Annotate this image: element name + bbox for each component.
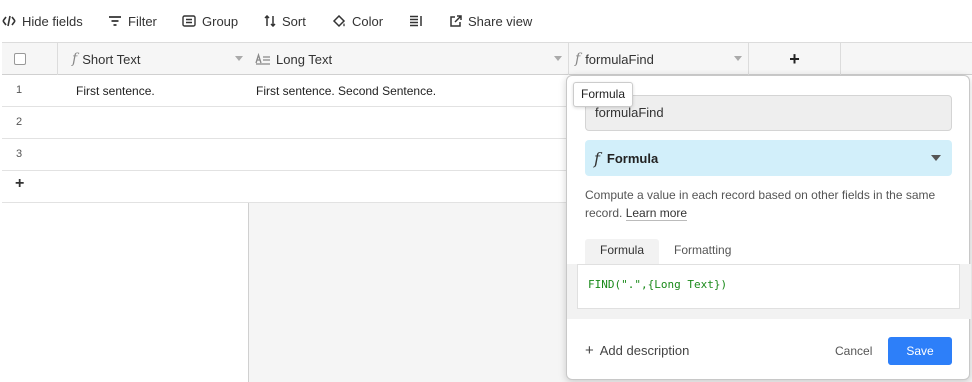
row-number: 2 [16,116,23,128]
long-text-icon [255,53,270,65]
table-row[interactable]: 1 First sentence. [2,75,249,107]
header-row-left: f Short Text [2,42,249,75]
add-field-button[interactable]: + [749,43,841,75]
formula-tabs: Formula Formatting [585,239,746,264]
row-height-button[interactable] [409,8,429,34]
share-view-label: Share view [468,13,533,29]
hide-fields-button[interactable]: Hide fields [2,8,83,34]
row-number: 1 [16,84,23,96]
column-label: Long Text [276,51,333,67]
formula-icon: f [72,51,78,67]
formula-editor[interactable]: FIND(".",{Long Text}) [577,264,960,309]
group-icon [182,15,196,27]
field-type-tooltip: Formula [573,82,634,107]
sort-icon [264,15,276,27]
add-row-area[interactable] [249,171,569,203]
hide-fields-label: Hide fields [22,13,83,29]
learn-more-link[interactable]: Learn more [625,206,688,221]
column-header-formula-find[interactable]: f formulaFind [569,43,749,75]
sort-button[interactable]: Sort [264,8,306,34]
table-row[interactable] [249,139,569,171]
header-row-right: Long Text f formulaFind + [249,42,972,75]
color-label: Color [352,13,384,29]
chevron-down-icon [931,155,941,161]
group-label: Group [202,13,239,29]
row-number: 3 [16,148,23,160]
select-all-cell [2,43,58,75]
add-row-label: + [15,175,25,192]
filter-label: Filter [128,13,157,29]
filter-button[interactable]: Filter [108,8,157,34]
table-row[interactable]: 3 [2,139,249,171]
column-header-short-text[interactable]: f Short Text [66,43,249,75]
tab-formula[interactable]: Formula [585,239,660,264]
table-row[interactable]: First sentence. Second Sentence. [249,75,569,107]
field-type-label: Formula [606,150,659,166]
share-view-button[interactable]: Share view [449,8,532,34]
table-row[interactable] [249,107,569,139]
field-name-input[interactable]: formulaFind [585,95,952,131]
sort-label: Sort [282,13,306,29]
field-config-popover: formulaFind f Formula Compute a value in… [566,75,971,380]
formula-editor-wrap: FIND(".",{Long Text}) [567,264,971,319]
row-height-icon [410,15,422,27]
formula-code: FIND(".",{Long Text}) [588,278,728,291]
color-button[interactable]: Color [332,8,383,34]
chevron-down-icon[interactable] [734,56,742,61]
column-label: formulaFind [585,51,654,67]
save-button[interactable]: Save [888,337,952,365]
paint-bucket-icon [332,14,346,27]
share-icon [450,14,462,27]
group-button[interactable]: Group [182,8,238,34]
add-row-button[interactable]: + [2,171,249,203]
formula-icon: f [594,148,600,168]
plus-icon: + [585,342,594,359]
field-type-description: Compute a value in each record based on … [585,186,953,222]
column-header-long-text[interactable]: Long Text [249,43,569,75]
table-row[interactable]: 2 [2,107,249,139]
tab-formatting[interactable]: Formatting [659,239,746,264]
filter-icon [109,16,121,26]
add-description-label: Add description [599,343,690,358]
chevron-down-icon[interactable] [554,56,562,61]
view-toolbar: Hide fields Filter Group Sort Color Shar… [0,0,972,42]
eye-slash-icon [2,15,16,27]
select-all-checkbox[interactable] [14,53,26,65]
cell-short-text[interactable]: First sentence. [76,84,155,98]
formula-icon: f [575,51,581,67]
add-field-label: + [789,48,800,69]
add-description-button[interactable]: + Add description [585,342,689,359]
chevron-down-icon[interactable] [235,56,243,61]
cancel-button[interactable]: Cancel [835,344,872,358]
column-label: Short Text [82,51,141,67]
field-type-select[interactable]: f Formula [585,140,952,176]
cell-long-text[interactable]: First sentence. Second Sentence. [256,84,436,98]
